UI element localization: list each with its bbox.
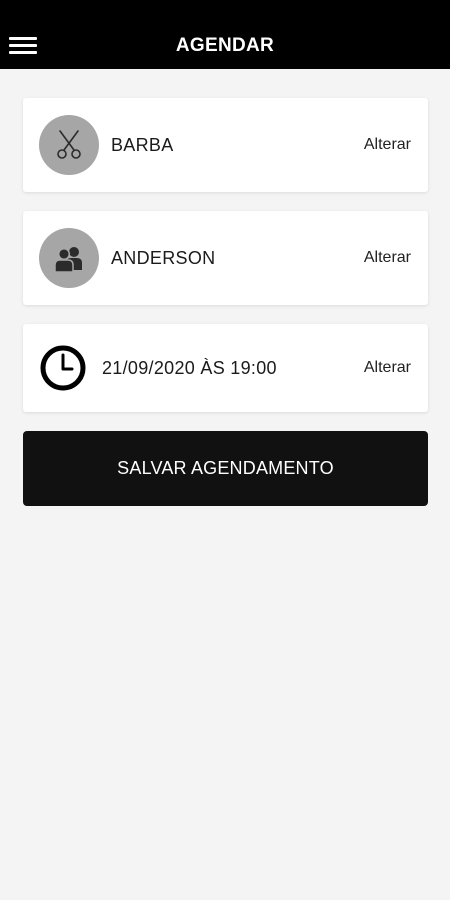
change-professional-link[interactable]: Alterar	[364, 249, 411, 267]
people-icon	[54, 247, 82, 273]
professional-avatar	[39, 228, 99, 288]
professional-name: ANDERSON	[111, 248, 216, 268]
datetime-card[interactable]: 21/09/2020 ÀS 19:00 Alterar	[23, 324, 428, 412]
clock-icon	[40, 345, 86, 391]
service-name: BARBA	[111, 135, 174, 155]
app-header: AGENDAR	[0, 0, 450, 69]
change-datetime-link[interactable]: Alterar	[364, 359, 411, 377]
service-avatar	[39, 115, 99, 175]
change-service-link[interactable]: Alterar	[364, 136, 411, 154]
service-card[interactable]: BARBA Alterar	[23, 98, 428, 192]
save-appointment-button[interactable]: SALVAR AGENDAMENTO	[23, 431, 428, 506]
scissors-icon	[57, 130, 81, 159]
professional-card[interactable]: ANDERSON Alterar	[23, 211, 428, 305]
page-title: AGENDAR	[175, 35, 275, 56]
datetime-value: 21/09/2020 ÀS 19:00	[102, 358, 277, 378]
